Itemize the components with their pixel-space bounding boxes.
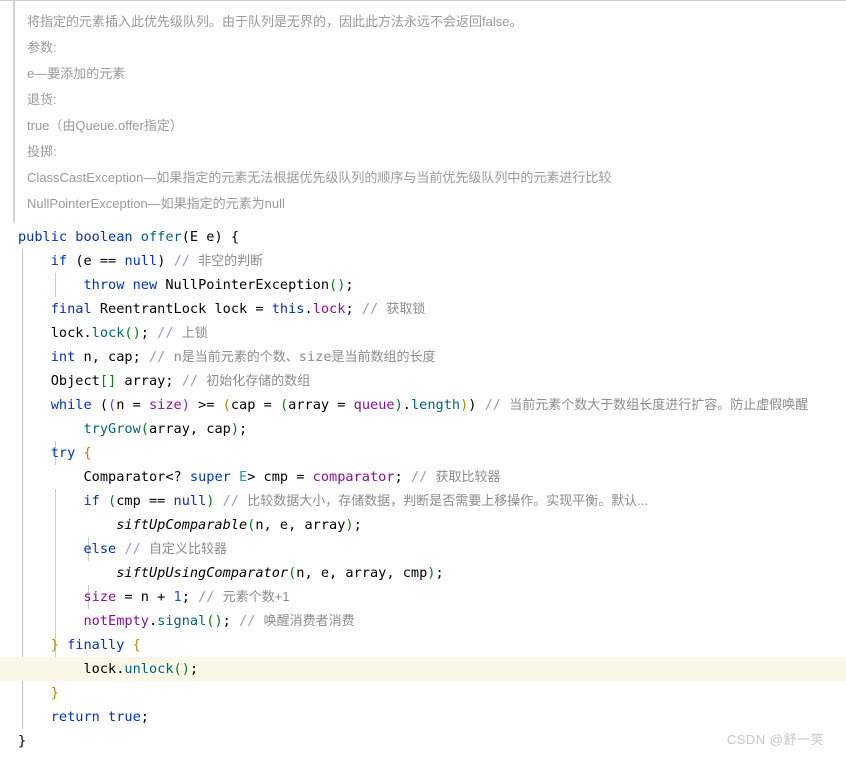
javadoc-line-throws-classcast: ClassCastException—如果指定的元素无法根据优先级队列的顺序与当…	[27, 170, 612, 185]
code-line[interactable]: else // 自定义比较器	[0, 537, 846, 561]
code-line[interactable]: while ((n = size) >= (cap = (array = que…	[0, 393, 846, 417]
code-line[interactable]: if (cmp == null) // 比较数据大小，存储数据，判断是否需要上移…	[0, 489, 846, 513]
code-line[interactable]: int n, cap; // n是当前元素的个数、size是当前数组的长度	[0, 345, 846, 369]
javadoc-line-params-heading: 参数:	[27, 40, 57, 55]
code-line[interactable]: if (e == null) // 非空的判断	[0, 249, 846, 273]
code-line[interactable]: size = n + 1; // 元素个数+1	[0, 585, 846, 609]
code-line[interactable]: Object[] array; // 初始化存储的数组	[0, 369, 846, 393]
code-line[interactable]: tryGrow(array, cap);	[0, 417, 846, 441]
code-line[interactable]: try {	[0, 441, 846, 465]
javadoc-line-throws-heading: 投掷:	[27, 144, 57, 159]
code-snippet-page: 将指定的元素插入此优先级队列。由于队列是无界的，因此此方法永远不会返回false…	[0, 0, 846, 764]
code-line[interactable]: siftUpComparable(n, e, array);	[0, 513, 846, 537]
javadoc-line-throws-nullpointer: NullPointerException—如果指定的元素为null	[27, 196, 285, 211]
code-line[interactable]: public boolean offer(E e) {	[0, 225, 846, 249]
code-line-highlighted[interactable]: lock.unlock();	[0, 657, 846, 681]
code-line[interactable]: return true;	[0, 705, 846, 729]
javadoc-line-param-e: e—要添加的元素	[27, 66, 126, 81]
code-line[interactable]: lock.lock(); // 上锁	[0, 321, 846, 345]
code-line[interactable]: throw new NullPointerException();	[0, 273, 846, 297]
code-line[interactable]: } finally {	[0, 633, 846, 657]
code-line[interactable]: final ReentrantLock lock = this.lock; //…	[0, 297, 846, 321]
javadoc-line-summary: 将指定的元素插入此优先级队列。由于队列是无界的，因此此方法永远不会返回false…	[27, 14, 523, 29]
code-line[interactable]: }	[0, 681, 846, 705]
code-line[interactable]: notEmpty.signal(); // 唤醒消费者消费	[0, 609, 846, 633]
csdn-watermark: CSDN @舒一笑	[726, 732, 824, 747]
javadoc-line-returns-value: true（由Queue.offer指定）	[27, 118, 183, 133]
code-line[interactable]: Comparator<? super E> cmp = comparator; …	[0, 465, 846, 489]
code-line[interactable]: }	[0, 729, 846, 753]
code-block[interactable]: public boolean offer(E e) { if (e == nul…	[0, 225, 846, 753]
code-line[interactable]: siftUpUsingComparator(n, e, array, cmp);	[0, 561, 846, 585]
javadoc-block: 将指定的元素插入此优先级队列。由于队列是无界的，因此此方法永远不会返回false…	[13, 1, 846, 223]
javadoc-line-returns-heading: 退货:	[27, 92, 57, 107]
